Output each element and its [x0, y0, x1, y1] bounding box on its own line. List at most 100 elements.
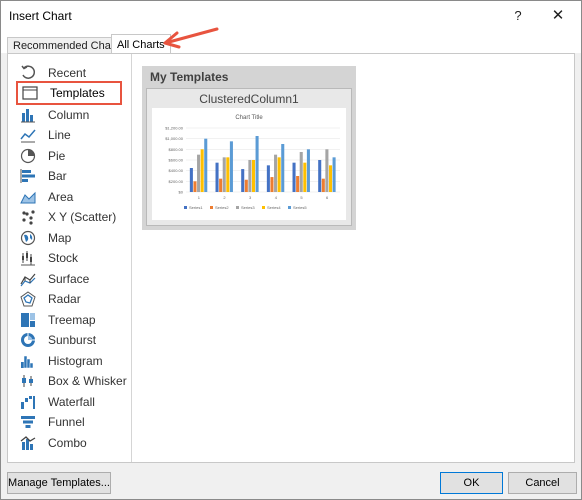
chart-bar — [244, 179, 248, 192]
sidebar-item-treemap[interactable]: Treemap — [14, 309, 128, 330]
x-tick-label: 5 — [300, 195, 303, 200]
chart-bar — [241, 169, 245, 192]
close-button[interactable]: ✕ — [546, 5, 570, 27]
template-chart-preview: Chart Title $1,200.00 $1,000.00 $800.00 $600… — [165, 115, 340, 210]
sidebar-item-surface[interactable]: Surface — [14, 268, 128, 289]
template-name: ClusteredColumn1 — [199, 92, 299, 106]
treemap-chart-icon — [18, 311, 38, 329]
chart-bar — [292, 162, 296, 192]
combo-chart-icon — [18, 434, 38, 452]
ok-button[interactable]: OK — [440, 472, 503, 494]
line-chart-icon — [18, 126, 38, 144]
sidebar-item-combo[interactable]: Combo — [14, 432, 128, 453]
legend-swatch — [236, 206, 239, 209]
funnel-chart-icon — [18, 413, 38, 431]
chart-bar — [299, 152, 303, 192]
y-tick-label: $200.00 — [169, 179, 184, 184]
x-tick-label: 1 — [198, 195, 201, 200]
legend-label: Series4 — [267, 205, 281, 210]
histogram-chart-icon — [18, 352, 38, 370]
chart-bar — [219, 178, 223, 192]
sidebar-item-label: Stock — [48, 250, 79, 265]
bar-chart-icon — [18, 167, 38, 185]
sidebar-item-stock[interactable]: Stock — [14, 247, 128, 268]
sidebar-item-label: Column — [48, 107, 90, 122]
legend-label: Series5 — [293, 205, 307, 210]
sidebar-item-label: Sunburst — [48, 332, 97, 347]
sidebar-item-column[interactable]: Column — [14, 104, 128, 125]
box-whisker-chart-icon — [18, 372, 38, 390]
sidebar-item-label: Radar — [48, 291, 81, 306]
sidebar-item-map[interactable]: Map — [14, 227, 128, 248]
chart-bar — [215, 162, 219, 192]
chart-bar — [222, 157, 226, 192]
sidebar-item-label: X Y (Scatter) — [48, 209, 117, 224]
legend-swatch — [288, 206, 291, 209]
chart-bar — [229, 141, 233, 192]
waterfall-chart-icon — [18, 393, 38, 411]
area-chart-icon — [18, 188, 38, 206]
chart-bar — [226, 157, 230, 192]
chart-bar — [277, 157, 281, 192]
chart-title: Chart Title — [235, 115, 263, 121]
sidebar-item-label: Map — [48, 230, 72, 245]
templates-icon — [20, 84, 40, 102]
sidebar-item-label: Bar — [48, 168, 67, 183]
sidebar-item-templates[interactable]: Templates — [16, 81, 122, 105]
legend-label: Series1 — [189, 205, 203, 210]
x-tick-label: 4 — [275, 195, 278, 200]
callout-arrow-icon — [163, 27, 219, 49]
sidebar-item-histogram[interactable]: Histogram — [14, 350, 128, 371]
template-thumbnail: Chart Title $1,200.00 $1,000.00 $800.00 $600… — [152, 108, 346, 220]
surface-chart-icon — [18, 270, 38, 288]
sidebar-item-sunburst[interactable]: Sunburst — [14, 329, 128, 350]
map-chart-icon — [18, 229, 38, 247]
cancel-button[interactable]: Cancel — [508, 472, 577, 494]
sidebar-item-area[interactable]: Area — [14, 186, 128, 207]
help-button[interactable]: ? — [507, 5, 529, 27]
chart-bar — [303, 162, 307, 192]
sidebar-item-waterfall[interactable]: Waterfall — [14, 391, 128, 412]
chart-bar — [270, 177, 274, 192]
template-card[interactable]: ClusteredColumn1 Chart Title $1,200.00 $1,… — [146, 88, 352, 226]
sidebar-item-label: Pie — [48, 148, 66, 163]
sidebar-item-label: Box & Whisker — [48, 373, 127, 388]
y-tick-label: $1,000.00 — [165, 136, 184, 141]
legend-label: Series3 — [241, 205, 255, 210]
chart-type-sidebar: Recent Templates Column Line Pie Bar Are… — [8, 54, 132, 462]
chart-bar — [189, 168, 193, 192]
sidebar-item-funnel[interactable]: Funnel — [14, 411, 128, 432]
sidebar-item-label: Line — [48, 127, 71, 142]
y-tick-label: $800.00 — [169, 147, 184, 152]
chart-bar — [328, 165, 333, 192]
chart-bar — [200, 149, 204, 192]
chart-bar — [318, 160, 322, 192]
dialog-title: Insert Chart — [9, 9, 72, 23]
chart-bar — [306, 149, 310, 192]
sidebar-item-bar[interactable]: Bar — [14, 165, 128, 186]
manage-templates-button[interactable]: Manage Templates... — [7, 472, 111, 494]
chart-bar — [274, 154, 278, 192]
sidebar-item-radar[interactable]: Radar — [14, 288, 128, 309]
y-tick-label: $400.00 — [169, 168, 184, 173]
chart-bar — [325, 149, 329, 192]
sidebar-item-label: Templates — [50, 86, 105, 100]
radar-chart-icon — [18, 290, 38, 308]
chart-bar — [281, 144, 285, 192]
chart-bar — [204, 138, 208, 192]
sidebar-item-pie[interactable]: Pie — [14, 145, 128, 166]
chart-bar — [332, 157, 336, 192]
sidebar-item-recent[interactable]: Recent — [14, 62, 128, 83]
title-bar: Insert Chart ? ✕ — [1, 1, 581, 31]
sidebar-item-label: Waterfall — [48, 394, 95, 409]
y-tick-label: $1,200.00 — [165, 126, 184, 131]
sidebar-item-line[interactable]: Line — [14, 124, 128, 145]
sidebar-item-label: Combo — [48, 435, 87, 450]
sidebar-item-scatter[interactable]: X Y (Scatter) — [14, 206, 128, 227]
sidebar-item-label: Treemap — [48, 312, 96, 327]
chart-bar — [248, 160, 252, 192]
legend-swatch — [184, 206, 187, 209]
sidebar-item-box-whisker[interactable]: Box & Whisker — [14, 370, 128, 391]
templates-heading: My Templates — [150, 70, 229, 84]
chart-bar — [296, 176, 300, 192]
